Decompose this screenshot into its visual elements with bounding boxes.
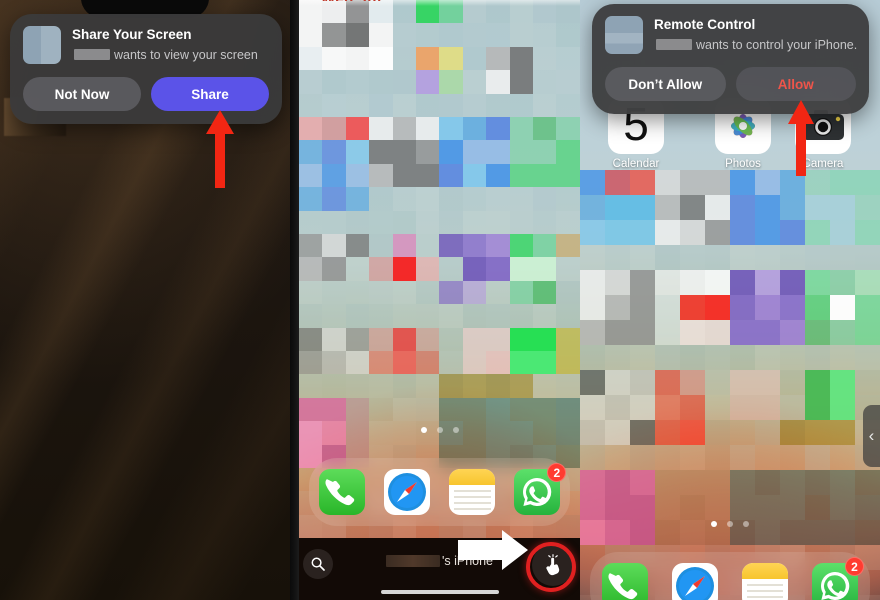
dock-app-safari[interactable]: [383, 469, 430, 515]
alert-header-right: Remote Control wants to control your iPh…: [605, 16, 857, 54]
subtitle-suffix: wants to view your screen: [114, 47, 258, 62]
redacted-name-block: [74, 48, 110, 60]
dock-app-safari-right[interactable]: [672, 563, 718, 600]
annotation-arrow-touch-button: [458, 530, 528, 570]
phone-bezel-edge: [290, 0, 299, 600]
remote-control-alert: Remote Control wants to control your iPh…: [592, 4, 869, 114]
phone-icon: [318, 469, 365, 515]
home-indicator: [380, 590, 499, 594]
dock-app-phone[interactable]: [318, 469, 365, 515]
whatsapp-badge: 2: [547, 463, 567, 482]
highlight-ring: [526, 542, 576, 592]
mirrored-screen: Wed Jul: [299, 0, 580, 600]
app-icon-thumbnail: [23, 26, 61, 64]
page-dot-right-2[interactable]: [727, 521, 733, 527]
phone-icon: [602, 563, 648, 600]
dock-app-whatsapp[interactable]: 2: [514, 463, 567, 515]
alert-subtitle-right: wants to control your iPhone.: [654, 37, 857, 54]
dock-app-whatsapp-right[interactable]: 2: [812, 557, 864, 600]
whatsapp-badge-right: 2: [845, 557, 864, 576]
redacted-device-owner: [385, 555, 440, 567]
allow-button[interactable]: Allow: [735, 67, 856, 101]
screenshot-root: Share Your Screen wants to view your scr…: [0, 0, 880, 600]
alert-buttons-right: Don’t Allow Allow: [605, 67, 856, 101]
dock-app-notes[interactable]: [449, 469, 496, 515]
dock-app-notes-right[interactable]: [742, 563, 788, 600]
alert-title-right: Remote Control: [654, 17, 756, 32]
dock-app-phone-right[interactable]: [602, 563, 648, 600]
annotation-arrow-share: [206, 110, 234, 188]
not-now-button[interactable]: Not Now: [23, 77, 141, 111]
edge-back-chevron-icon[interactable]: ‹: [863, 405, 880, 467]
home-app-label-calendar: Calendar: [612, 158, 660, 170]
dock: 2: [309, 458, 570, 526]
share-screen-alert: Share Your Screen wants to view your scr…: [10, 14, 282, 124]
page-dot-2[interactable]: [436, 427, 443, 433]
share-button[interactable]: Share: [151, 77, 269, 111]
page-dots-right[interactable]: [580, 521, 880, 527]
redacted-name-block-right: [656, 38, 692, 50]
notes-icon: [449, 469, 496, 515]
touch-control-button[interactable]: [526, 542, 576, 592]
page-dot-3[interactable]: [452, 427, 459, 433]
page-dot-right-3[interactable]: [743, 521, 749, 527]
page-dot-1[interactable]: [420, 427, 427, 433]
alert-buttons: Not Now Share: [23, 77, 269, 111]
page-dots[interactable]: [299, 427, 580, 433]
alert-header: Share Your Screen wants to view your scr…: [23, 26, 269, 64]
app-icon-thumbnail-right: [605, 16, 643, 54]
status-date: Wed Jul: [321, 0, 382, 1]
dock-right: 2: [590, 552, 870, 600]
alert-title: Share Your Screen: [72, 27, 192, 42]
dont-allow-button[interactable]: Don’t Allow: [605, 67, 726, 101]
safari-icon: [672, 563, 718, 600]
alert-subtitle: wants to view your screen: [72, 47, 258, 64]
notes-icon: [742, 563, 788, 600]
share-screen-prompt-panel: Share Your Screen wants to view your scr…: [0, 0, 290, 600]
mirroring-control-bar: 's iPhone: [299, 538, 580, 600]
annotation-arrow-allow: [788, 100, 814, 176]
mirrored-iphone-screen-panel: Wed Jul: [290, 0, 580, 600]
page-dot-right-1[interactable]: [711, 521, 717, 527]
remote-control-prompt-panel: 5 Calendar Photos Camera 2 ‹ Remote Cont…: [580, 0, 880, 600]
home-app-label-photos: Photos: [725, 158, 761, 170]
safari-icon: [383, 469, 430, 515]
subtitle-suffix-right: wants to control your iPhone.: [696, 37, 858, 52]
